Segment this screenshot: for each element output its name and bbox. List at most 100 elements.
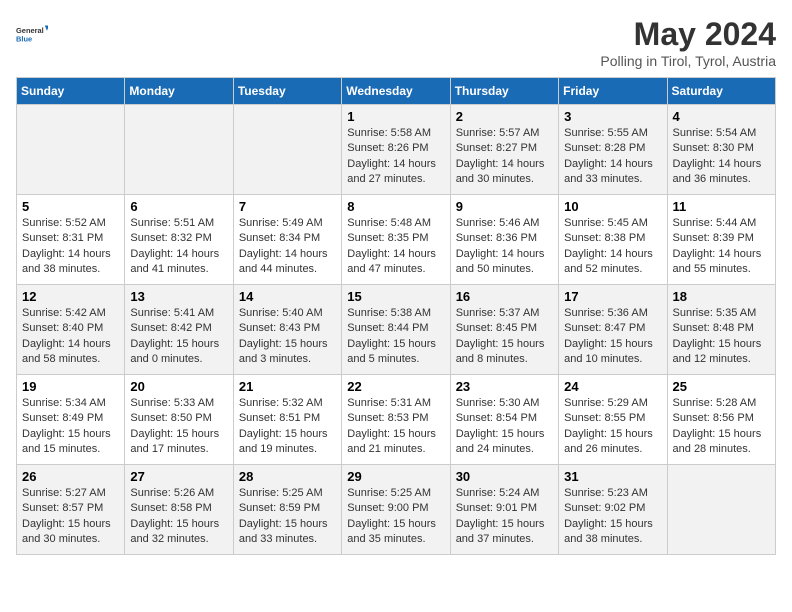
- calendar-day-cell: 16 Sunrise: 5:37 AM Sunset: 8:45 PM Dayli…: [450, 285, 558, 375]
- day-number: 29: [347, 469, 444, 484]
- day-info: Sunrise: 5:57 AM Sunset: 8:27 PM Dayligh…: [456, 126, 553, 188]
- day-number: 2: [456, 109, 553, 124]
- calendar-day-cell: 6Sunrise: 5:51 AM Sunset: 8:32 PM Daylig…: [125, 195, 233, 285]
- day-info: Sunrise: 5:41 AM Sunset: 8:42 PM Dayligh…: [130, 306, 227, 368]
- calendar-day-cell: 21Sunrise: 5:32 AM Sunset: 8:51 PM Dayli…: [233, 375, 341, 465]
- day-info: Sunrise: 5:48 AM Sunset: 8:35 PM Dayligh…: [347, 216, 444, 278]
- calendar-header-row: SundayMondayTuesdayWednesdayThursdayFrid…: [17, 78, 776, 105]
- day-number: 30: [456, 469, 553, 484]
- day-info: Sunrise: 5:55 AM Sunset: 8:28 PM Dayligh…: [564, 126, 661, 188]
- day-info: Sunrise: 5:32 AM Sunset: 8:51 PM Dayligh…: [239, 396, 336, 458]
- calendar-day-cell: 29 Sunrise: 5:25 AM Sunset: 9:00 PM Dayli…: [342, 465, 450, 555]
- day-info: Sunrise: 5:27 AM Sunset: 8:57 PM Dayligh…: [22, 486, 119, 548]
- calendar-day-cell: 20 Sunrise: 5:33 AM Sunset: 8:50 PM Dayli…: [125, 375, 233, 465]
- day-info: Sunrise: 5:45 AM Sunset: 8:38 PM Dayligh…: [564, 216, 661, 278]
- day-info: Sunrise: 5:51 AM Sunset: 8:32 PM Dayligh…: [130, 216, 227, 278]
- day-number: 20: [130, 379, 227, 394]
- calendar-day-cell: 1 Sunrise: 5:58 AM Sunset: 8:26 PM Daylig…: [342, 105, 450, 195]
- day-info: Sunrise: 5:44 AM Sunset: 8:39 PM Dayligh…: [673, 216, 770, 278]
- day-info: Sunrise: 5:33 AM Sunset: 8:50 PM Dayligh…: [130, 396, 227, 458]
- day-info: Sunrise: 5:31 AM Sunset: 8:53 PM Dayligh…: [347, 396, 444, 458]
- day-number: 7: [239, 199, 336, 214]
- calendar-day-cell: 9Sunrise: 5:46 AM Sunset: 8:36 PM Daylig…: [450, 195, 558, 285]
- calendar-week-row: 12 Sunrise: 5:42 AM Sunset: 8:40 PM Dayli…: [17, 285, 776, 375]
- calendar-day-cell: 27Sunrise: 5:26 AM Sunset: 8:58 PM Dayli…: [125, 465, 233, 555]
- day-number: 22: [347, 379, 444, 394]
- calendar-day-header: Monday: [125, 78, 233, 105]
- day-number: 17: [564, 289, 661, 304]
- calendar-day-cell: 12 Sunrise: 5:42 AM Sunset: 8:40 PM Dayli…: [17, 285, 125, 375]
- day-number: 3: [564, 109, 661, 124]
- page-header: General Blue May 2024 Polling in Tirol, …: [16, 16, 776, 69]
- calendar-day-cell: 25 Sunrise: 5:28 AM Sunset: 8:56 PM Dayli…: [667, 375, 775, 465]
- calendar-week-row: 1 Sunrise: 5:58 AM Sunset: 8:26 PM Daylig…: [17, 105, 776, 195]
- day-info: Sunrise: 5:25 AM Sunset: 9:00 PM Dayligh…: [347, 486, 444, 548]
- calendar-day-cell: [125, 105, 233, 195]
- day-info: Sunrise: 5:29 AM Sunset: 8:55 PM Dayligh…: [564, 396, 661, 458]
- calendar-day-header: Thursday: [450, 78, 558, 105]
- calendar-day-cell: 8 Sunrise: 5:48 AM Sunset: 8:35 PM Daylig…: [342, 195, 450, 285]
- day-info: Sunrise: 5:30 AM Sunset: 8:54 PM Dayligh…: [456, 396, 553, 458]
- calendar-week-row: 26 Sunrise: 5:27 AM Sunset: 8:57 PM Dayli…: [17, 465, 776, 555]
- calendar-day-header: Wednesday: [342, 78, 450, 105]
- calendar-day-cell: 31 Sunrise: 5:23 AM Sunset: 9:02 PM Dayli…: [559, 465, 667, 555]
- calendar-day-header: Sunday: [17, 78, 125, 105]
- calendar-day-cell: 17 Sunrise: 5:36 AM Sunset: 8:47 PM Dayli…: [559, 285, 667, 375]
- day-number: 24: [564, 379, 661, 394]
- day-number: 5: [22, 199, 119, 214]
- calendar-day-cell: 5 Sunrise: 5:52 AM Sunset: 8:31 PM Daylig…: [17, 195, 125, 285]
- day-number: 10: [564, 199, 661, 214]
- calendar-day-header: Tuesday: [233, 78, 341, 105]
- calendar-day-header: Friday: [559, 78, 667, 105]
- day-info: Sunrise: 5:58 AM Sunset: 8:26 PM Dayligh…: [347, 126, 444, 188]
- day-info: Sunrise: 5:52 AM Sunset: 8:31 PM Dayligh…: [22, 216, 119, 278]
- day-info: Sunrise: 5:26 AM Sunset: 8:58 PM Dayligh…: [130, 486, 227, 548]
- day-info: Sunrise: 5:42 AM Sunset: 8:40 PM Dayligh…: [22, 306, 119, 368]
- calendar-day-cell: [233, 105, 341, 195]
- calendar-day-cell: 23 Sunrise: 5:30 AM Sunset: 8:54 PM Dayli…: [450, 375, 558, 465]
- calendar-day-cell: 7 Sunrise: 5:49 AM Sunset: 8:34 PM Daylig…: [233, 195, 341, 285]
- day-number: 1: [347, 109, 444, 124]
- day-number: 26: [22, 469, 119, 484]
- day-info: Sunrise: 5:38 AM Sunset: 8:44 PM Dayligh…: [347, 306, 444, 368]
- day-info: Sunrise: 5:49 AM Sunset: 8:34 PM Dayligh…: [239, 216, 336, 278]
- day-number: 4: [673, 109, 770, 124]
- day-info: Sunrise: 5:23 AM Sunset: 9:02 PM Dayligh…: [564, 486, 661, 548]
- day-info: Sunrise: 5:36 AM Sunset: 8:47 PM Dayligh…: [564, 306, 661, 368]
- calendar-table: SundayMondayTuesdayWednesdayThursdayFrid…: [16, 77, 776, 555]
- day-number: 28: [239, 469, 336, 484]
- day-number: 8: [347, 199, 444, 214]
- day-number: 11: [673, 199, 770, 214]
- calendar-day-cell: 28 Sunrise: 5:25 AM Sunset: 8:59 PM Dayli…: [233, 465, 341, 555]
- calendar-week-row: 5 Sunrise: 5:52 AM Sunset: 8:31 PM Daylig…: [17, 195, 776, 285]
- day-info: Sunrise: 5:46 AM Sunset: 8:36 PM Dayligh…: [456, 216, 553, 278]
- calendar-day-cell: 30Sunrise: 5:24 AM Sunset: 9:01 PM Dayli…: [450, 465, 558, 555]
- calendar-day-cell: [17, 105, 125, 195]
- calendar-day-cell: 14 Sunrise: 5:40 AM Sunset: 8:43 PM Dayli…: [233, 285, 341, 375]
- day-number: 18: [673, 289, 770, 304]
- calendar-day-cell: 2 Sunrise: 5:57 AM Sunset: 8:27 PM Daylig…: [450, 105, 558, 195]
- day-number: 14: [239, 289, 336, 304]
- location-subtitle: Polling in Tirol, Tyrol, Austria: [600, 53, 776, 69]
- day-number: 25: [673, 379, 770, 394]
- svg-text:Blue: Blue: [16, 34, 32, 43]
- day-info: Sunrise: 5:35 AM Sunset: 8:48 PM Dayligh…: [673, 306, 770, 368]
- calendar-day-cell: [667, 465, 775, 555]
- day-number: 16: [456, 289, 553, 304]
- month-title: May 2024: [600, 16, 776, 53]
- day-info: Sunrise: 5:25 AM Sunset: 8:59 PM Dayligh…: [239, 486, 336, 548]
- logo: General Blue: [16, 16, 48, 52]
- day-number: 12: [22, 289, 119, 304]
- svg-text:General: General: [16, 26, 44, 35]
- day-number: 23: [456, 379, 553, 394]
- day-info: Sunrise: 5:37 AM Sunset: 8:45 PM Dayligh…: [456, 306, 553, 368]
- day-number: 31: [564, 469, 661, 484]
- calendar-day-cell: 24 Sunrise: 5:29 AM Sunset: 8:55 PM Dayli…: [559, 375, 667, 465]
- calendar-day-header: Saturday: [667, 78, 775, 105]
- day-info: Sunrise: 5:34 AM Sunset: 8:49 PM Dayligh…: [22, 396, 119, 458]
- calendar-day-cell: 19Sunrise: 5:34 AM Sunset: 8:49 PM Dayli…: [17, 375, 125, 465]
- day-info: Sunrise: 5:40 AM Sunset: 8:43 PM Dayligh…: [239, 306, 336, 368]
- day-number: 13: [130, 289, 227, 304]
- day-info: Sunrise: 5:28 AM Sunset: 8:56 PM Dayligh…: [673, 396, 770, 458]
- logo-icon: General Blue: [16, 16, 48, 52]
